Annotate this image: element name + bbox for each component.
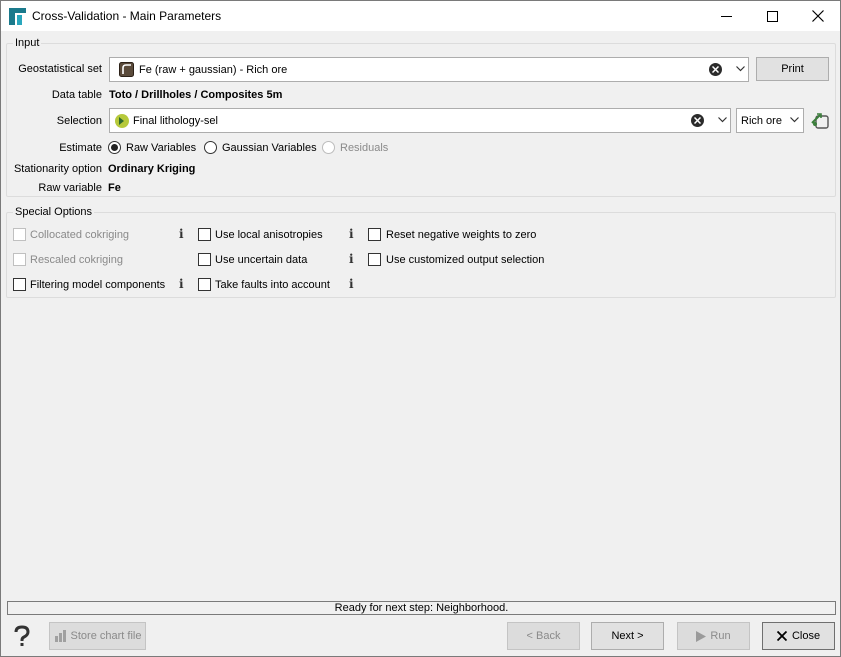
run-label: Run	[710, 630, 731, 642]
close-icon	[694, 117, 701, 124]
selection-combo[interactable]: Final lithology-sel	[109, 108, 731, 133]
clear-selection-icon[interactable]	[691, 114, 704, 127]
residuals-label: Residuals	[340, 142, 389, 154]
customized-output-label[interactable]: Use customized output selection	[386, 254, 544, 266]
data-table-label: Data table	[51, 89, 102, 101]
anisotropies-info-icon[interactable]: i	[349, 227, 354, 241]
local-anisotropies-label[interactable]: Use local anisotropies	[215, 229, 323, 241]
collocated-info-icon[interactable]: i	[179, 227, 184, 241]
residuals-radio	[322, 141, 335, 154]
gaussian-variables-radio[interactable]	[204, 141, 217, 154]
print-button[interactable]: Print	[756, 57, 829, 81]
close-icon	[776, 631, 787, 641]
store-chart-button: Store chart file	[49, 622, 146, 650]
selection-category-combo[interactable]: Rich ore	[736, 108, 804, 133]
local-anisotropies-checkbox[interactable]	[198, 228, 211, 241]
next-button[interactable]: Next >	[591, 622, 664, 650]
geostat-label: Geostatistical set	[18, 63, 102, 75]
close-button[interactable]: Close	[762, 622, 835, 650]
estimate-label: Estimate	[59, 142, 102, 154]
dialog-window: Cross-Validation - Main Parameters Input…	[0, 0, 841, 657]
play-icon	[696, 630, 707, 642]
filtering-model-checkbox[interactable]	[13, 278, 26, 291]
store-chart-label: Store chart file	[70, 630, 142, 642]
clear-geostat-icon[interactable]	[709, 63, 722, 76]
close-icon	[812, 10, 824, 22]
rescaled-cokriging-label: Rescaled cokriging	[30, 254, 123, 266]
run-button: Run	[677, 622, 750, 650]
filtering-model-label[interactable]: Filtering model components	[30, 279, 165, 291]
special-options-title: Special Options	[13, 206, 95, 218]
chart-icon	[54, 630, 66, 642]
data-table-value: Toto / Drillholes / Composites 5m	[109, 89, 283, 101]
rescaled-cokriging-checkbox	[13, 253, 26, 266]
reset-negative-weights-checkbox[interactable]	[368, 228, 381, 241]
close-label: Close	[791, 630, 821, 642]
customized-output-checkbox[interactable]	[368, 253, 381, 266]
app-logo-icon	[9, 8, 26, 25]
gaussian-variables-label[interactable]: Gaussian Variables	[222, 142, 317, 154]
faults-checkbox[interactable]	[198, 278, 211, 291]
collocated-cokriging-label: Collocated cokriging	[30, 229, 130, 241]
reset-negative-weights-label[interactable]: Reset negative weights to zero	[386, 229, 536, 241]
stationarity-label: Stationarity option	[13, 163, 102, 175]
collocated-cokriging-checkbox	[13, 228, 26, 241]
raw-variables-radio[interactable]	[108, 141, 121, 154]
raw-variable-label: Raw variable	[38, 182, 102, 194]
chevron-down-icon[interactable]	[736, 66, 745, 72]
input-group-title: Input	[13, 37, 42, 49]
maximize-icon	[766, 10, 778, 22]
uncertain-data-checkbox[interactable]	[198, 253, 211, 266]
minimize-button[interactable]	[703, 1, 749, 31]
window-title: Cross-Validation - Main Parameters	[32, 9, 222, 23]
uncertain-info-icon[interactable]: i	[349, 252, 354, 266]
chevron-down-icon	[790, 117, 799, 123]
selection-label: Selection	[56, 115, 102, 127]
raw-variables-label[interactable]: Raw Variables	[126, 142, 196, 154]
minimize-icon	[720, 15, 732, 17]
chevron-down-icon[interactable]	[718, 117, 727, 123]
raw-variable-value: Fe	[108, 182, 121, 194]
maximize-button[interactable]	[749, 1, 795, 31]
faults-info-icon[interactable]: i	[349, 277, 354, 291]
window-close-button[interactable]	[795, 1, 841, 31]
back-button: < Back	[507, 622, 580, 650]
selection-value: Final lithology-sel	[133, 115, 218, 127]
close-icon	[712, 66, 719, 73]
geostat-value: Fe (raw + gaussian) - Rich ore	[139, 64, 288, 76]
selection-icon	[115, 114, 129, 128]
geostat-set-icon	[119, 62, 134, 77]
geostat-combo[interactable]: Fe (raw + gaussian) - Rich ore	[109, 57, 749, 82]
status-bar: Ready for next step: Neighborhood.	[7, 601, 836, 615]
uncertain-data-label[interactable]: Use uncertain data	[215, 254, 307, 266]
filtering-info-icon[interactable]: i	[179, 277, 184, 291]
selection-category-value: Rich ore	[741, 115, 782, 127]
title-bar: Cross-Validation - Main Parameters	[1, 1, 840, 31]
faults-label[interactable]: Take faults into account	[215, 279, 330, 291]
link-icon[interactable]	[811, 111, 829, 129]
stationarity-value: Ordinary Kriging	[108, 163, 196, 175]
question-mark-icon[interactable]	[13, 625, 31, 647]
